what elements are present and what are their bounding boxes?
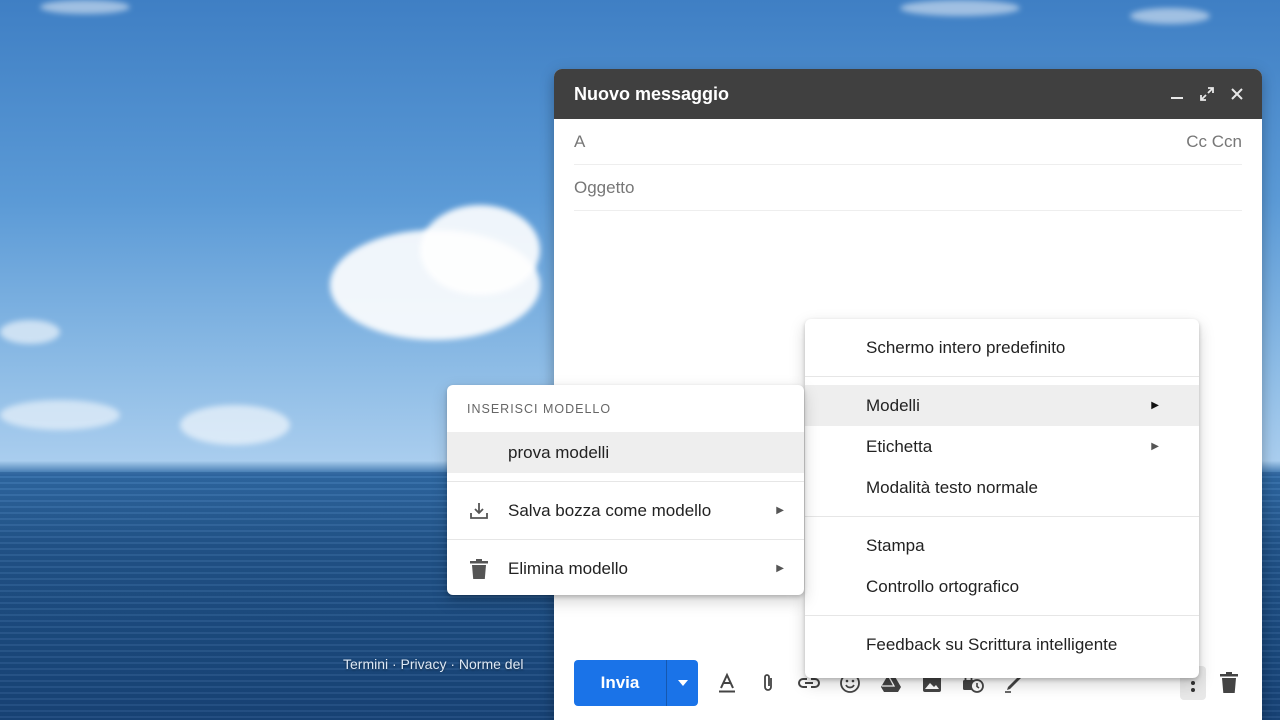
menu-item-smart-compose-feedback[interactable]: Feedback su Scrittura intelligente xyxy=(805,624,1199,665)
menu-divider xyxy=(805,376,1199,377)
menu-item-plain-text-mode[interactable]: Modalità testo normale xyxy=(805,467,1199,508)
send-options-button[interactable] xyxy=(666,660,698,706)
template-item-prova-modelli[interactable]: prova modelli xyxy=(447,432,804,473)
send-button-group: Invia xyxy=(574,660,698,706)
subject-field[interactable]: Oggetto xyxy=(574,165,1242,211)
to-label: A xyxy=(574,131,586,151)
formatting-icon[interactable] xyxy=(706,660,747,706)
compose-header: Nuovo messaggio xyxy=(554,69,1262,119)
submenu-arrow-icon: ▶ xyxy=(1151,441,1159,452)
caret-down-icon xyxy=(677,680,688,686)
menu-item-default-fullscreen[interactable]: Schermo intero predefinito xyxy=(805,327,1199,368)
menu-divider xyxy=(447,481,804,482)
menu-item-templates[interactable]: Modelli ▶ xyxy=(805,385,1199,426)
compose-title: Nuovo messaggio xyxy=(574,83,730,104)
menu-divider xyxy=(805,516,1199,517)
menu-item-save-draft-as-template[interactable]: Salva bozza come modello ▶ xyxy=(447,490,804,531)
cc-bcc-link[interactable]: Cc Ccn xyxy=(1186,132,1242,152)
menu-item-delete-template[interactable]: Elimina modello ▶ xyxy=(447,548,804,589)
to-field[interactable]: A Cc Ccn xyxy=(574,119,1242,165)
trash-icon xyxy=(470,559,488,579)
footer-links[interactable]: Termini · Privacy · Norme del xyxy=(343,656,553,672)
submenu-arrow-icon: ▶ xyxy=(776,505,784,516)
subject-placeholder: Oggetto xyxy=(574,177,635,197)
templates-submenu: INSERISCI MODELLO prova modelli Salva bo… xyxy=(447,385,804,595)
discard-trash-icon[interactable] xyxy=(1216,660,1242,706)
minimize-icon[interactable] xyxy=(1162,79,1192,109)
menu-item-spellcheck[interactable]: Controllo ortografico xyxy=(805,566,1199,607)
fullscreen-icon[interactable] xyxy=(1192,79,1222,109)
submenu-arrow-icon: ▶ xyxy=(776,563,784,574)
send-button[interactable]: Invia xyxy=(574,660,666,706)
menu-item-label[interactable]: Etichetta ▶ xyxy=(805,426,1199,467)
more-options-menu: Schermo intero predefinito Modelli ▶ Eti… xyxy=(805,319,1199,678)
close-icon[interactable] xyxy=(1222,79,1252,109)
menu-item-print[interactable]: Stampa xyxy=(805,525,1199,566)
submenu-arrow-icon: ▶ xyxy=(1151,400,1159,411)
download-icon xyxy=(470,503,488,519)
templates-menu-header: INSERISCI MODELLO xyxy=(467,401,612,416)
attach-icon[interactable] xyxy=(747,660,788,706)
menu-divider xyxy=(447,539,804,540)
menu-divider xyxy=(805,615,1199,616)
